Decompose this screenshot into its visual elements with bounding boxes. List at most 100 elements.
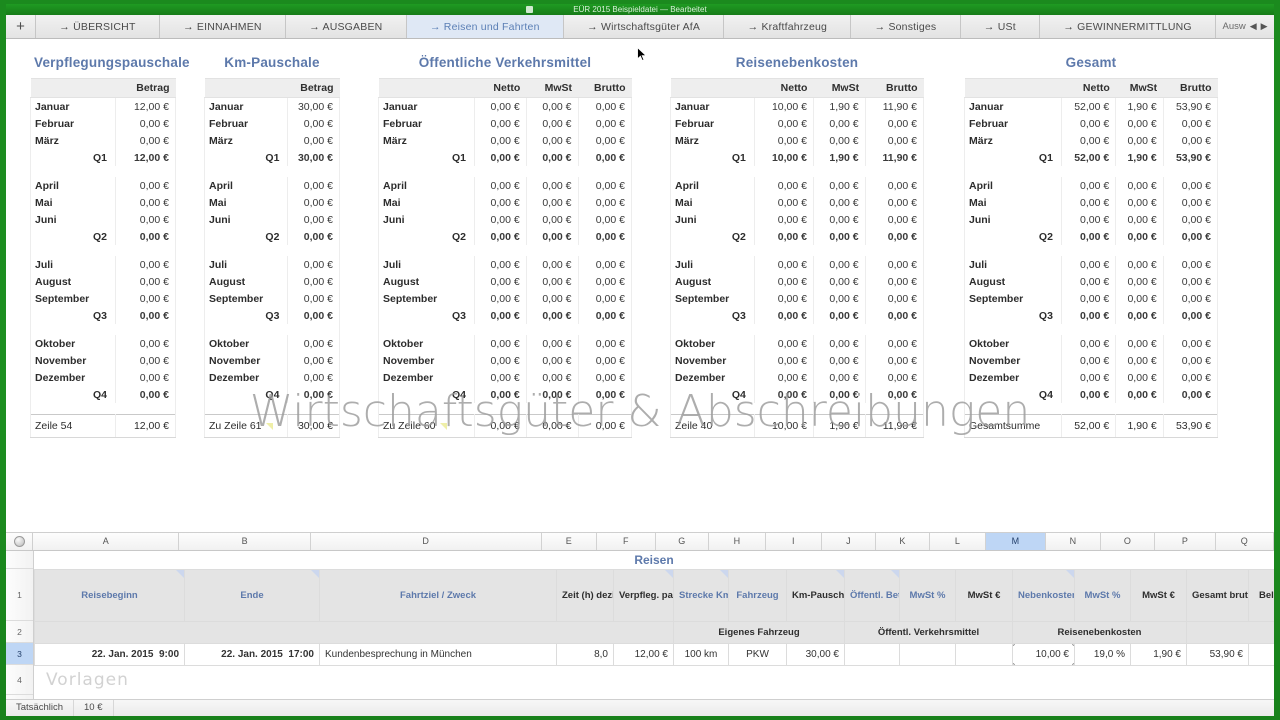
cell-oeffentl-mwst-prozent[interactable] bbox=[899, 643, 956, 666]
column-header-q[interactable]: Q bbox=[1216, 533, 1274, 550]
row-header-2[interactable]: 2 bbox=[6, 621, 33, 643]
cell-nebenkosten-mwst-prozent[interactable]: 19,0 % bbox=[1074, 643, 1131, 666]
row-header-4[interactable]: 4 bbox=[6, 665, 33, 695]
select-all-corner[interactable] bbox=[6, 533, 34, 550]
tab-scroll-prev-icon[interactable]: ◀ bbox=[1250, 21, 1257, 32]
column-header-h[interactable]: H bbox=[709, 533, 766, 550]
column-header-k[interactable]: K bbox=[876, 533, 931, 550]
report-quarter-label: Q4 bbox=[29, 386, 117, 403]
tab-scroller[interactable]: Ausw ◀ ▶ bbox=[1216, 15, 1274, 38]
column-header-d[interactable]: D bbox=[311, 533, 542, 550]
cell-zeit-dezimal[interactable]: 8,0 bbox=[556, 643, 614, 666]
cell-oeffentl-mwst-euro[interactable] bbox=[955, 643, 1013, 666]
report-quarter-value: 0,00 € bbox=[812, 228, 866, 245]
selection-handle-bottom-left[interactable] bbox=[1013, 663, 1015, 665]
report-footer-row: Zeile 54 12,00 € bbox=[29, 413, 176, 438]
sheet-tab-kraftfahrzeug[interactable]: → Kraftfahrzeug bbox=[724, 15, 852, 38]
col-header-strecke-km[interactable]: Strecke Km bbox=[673, 569, 729, 622]
column-header-b[interactable]: B bbox=[179, 533, 311, 550]
report-value: 0,00 € bbox=[577, 369, 633, 386]
sheet-tab-wirtschaftsgueter-afa[interactable]: → Wirtschaftsgüter AfA bbox=[563, 15, 725, 38]
sheet-tab-einnahmen[interactable]: → EINNAHMEN bbox=[159, 15, 286, 38]
report-quarter-label: Q3 bbox=[203, 307, 289, 324]
col-header-fahrtziel-zweck[interactable]: Fahrtziel / Zweck bbox=[319, 569, 557, 622]
cell-km-pauschale[interactable]: 30,00 € bbox=[786, 643, 845, 666]
report-month-label: September bbox=[203, 290, 289, 307]
sheet-tab-uebersicht[interactable]: → ÜBERSICHT bbox=[36, 15, 160, 38]
col-header-mwst[interactable]: MwSt % bbox=[899, 569, 956, 622]
report-column-header: Netto bbox=[754, 78, 814, 98]
cell-verpflegungspauschale[interactable]: 12,00 € bbox=[613, 643, 674, 666]
col-header-zeit-h-dezimal[interactable]: Zeit (h) dezimal bbox=[556, 569, 614, 622]
report-quarter-label: Q2 bbox=[203, 228, 289, 245]
col-header-beleg-nr[interactable]: Beleg Nr bbox=[1248, 569, 1274, 622]
sheet-tab-bar[interactable]: + → ÜBERSICHT → EINNAHMEN → AUSGABEN → R… bbox=[6, 15, 1274, 39]
sheet-tab-ust[interactable]: → USt bbox=[960, 15, 1041, 38]
column-header-f[interactable]: F bbox=[597, 533, 656, 550]
col-header-label: Beleg Nr bbox=[1258, 590, 1274, 601]
report-quarter-row: Q3 0,00 €0,00 €0,00 € bbox=[670, 307, 925, 324]
col-header-verpfleg-pauschale[interactable]: Verpfleg. pauschale bbox=[613, 569, 674, 622]
cell-fahrtziel-zweck[interactable]: Kundenbesprechung in München bbox=[319, 643, 557, 666]
col-header-mwst[interactable]: MwSt € bbox=[955, 569, 1013, 622]
column-header-l[interactable]: L bbox=[930, 533, 986, 550]
selection-handle-bottom-right[interactable] bbox=[1072, 663, 1074, 665]
col-header-nebenkosten-netto[interactable]: Nebenkosten netto bbox=[1012, 569, 1075, 622]
col-header-fahrzeug[interactable]: Fahrzeug bbox=[728, 569, 787, 622]
add-sheet-button[interactable]: + bbox=[6, 15, 36, 38]
column-header-j[interactable]: J bbox=[822, 533, 876, 550]
row-headers[interactable]: 1234 bbox=[6, 551, 34, 699]
column-header-a[interactable]: A bbox=[33, 533, 180, 550]
cell-nebenkosten-mwst-euro[interactable]: 1,90 € bbox=[1130, 643, 1187, 666]
cell-nebenkosten-netto-selected[interactable]: 10,00 € bbox=[1012, 643, 1075, 666]
report-month-row: April 0,00 €0,00 €0,00 € bbox=[670, 177, 925, 194]
cell-ende[interactable]: 22. Jan. 2015 17:00 bbox=[184, 643, 320, 666]
report-value: 0,00 € bbox=[473, 132, 527, 149]
report-month-label: Mai bbox=[670, 194, 755, 211]
report-spacer bbox=[964, 166, 1218, 177]
selection-handle-top-right[interactable] bbox=[1072, 644, 1074, 646]
col-header-ende[interactable]: Ende bbox=[184, 569, 320, 622]
column-headers[interactable]: ABDEFGHIJKLMNOPQ bbox=[6, 533, 1274, 551]
col-header-label: Gesamt brutto bbox=[1192, 590, 1248, 601]
report-month-row: Dezember 0,00 € bbox=[203, 369, 340, 386]
column-header-n[interactable]: N bbox=[1046, 533, 1101, 550]
row-header-3[interactable]: 3 bbox=[6, 643, 33, 665]
report-quarter-value: 0,00 € bbox=[577, 149, 633, 166]
column-header-o[interactable]: O bbox=[1101, 533, 1156, 550]
group-header-empty bbox=[34, 621, 674, 644]
col-header-reisebeginn[interactable]: Reisebeginn bbox=[34, 569, 185, 622]
column-header-g[interactable]: G bbox=[656, 533, 710, 550]
table-row[interactable]: 22. Jan. 2015 9:00 22. Jan. 2015 17:00 K… bbox=[34, 643, 1274, 666]
col-header-mwst[interactable]: MwSt € bbox=[1130, 569, 1187, 622]
report-month-label: Dezember bbox=[670, 369, 755, 386]
sheet-tab-gewinnermittlung[interactable]: → GEWINNERMITTLUNG bbox=[1040, 15, 1217, 38]
col-header-gesamt-brutto[interactable]: Gesamt brutto bbox=[1186, 569, 1249, 622]
report-month-row: Januar 10,00 €1,90 €11,90 € bbox=[670, 97, 925, 115]
cell-beleg-nr[interactable] bbox=[1248, 643, 1274, 666]
column-header-i[interactable]: I bbox=[766, 533, 823, 550]
cell-strecke-km[interactable]: 100 km bbox=[673, 643, 729, 666]
tab-scroll-next-icon[interactable]: ▶ bbox=[1261, 21, 1268, 32]
col-header-km-pauschale[interactable]: Km-Pauschale bbox=[786, 569, 845, 622]
cell-reisebeginn[interactable]: 22. Jan. 2015 9:00 bbox=[34, 643, 185, 666]
column-header-e[interactable]: E bbox=[542, 533, 598, 550]
report-month-row: Juni 0,00 €0,00 €0,00 € bbox=[964, 211, 1219, 228]
col-header-mwst[interactable]: MwSt % bbox=[1074, 569, 1131, 622]
cell-gesamt-brutto[interactable]: 53,90 € bbox=[1186, 643, 1249, 666]
report-month-row: Mai 0,00 €0,00 €0,00 € bbox=[670, 194, 925, 211]
column-header-m[interactable]: M bbox=[985, 533, 1047, 550]
report-header-blank bbox=[30, 78, 116, 98]
sheet-tab-reisen-und-fahrten[interactable]: → Reisen und Fahrten bbox=[406, 15, 564, 38]
report-month-row: Oktober 0,00 €0,00 €0,00 € bbox=[964, 335, 1219, 352]
cell-fahrzeug[interactable]: PKW bbox=[728, 643, 787, 666]
row-header-1[interactable]: 1 bbox=[6, 569, 33, 621]
report-month-label: Juni bbox=[378, 211, 475, 228]
sheet-tab-sonstiges[interactable]: → Sonstiges bbox=[851, 15, 961, 38]
sheet-tab-ausgaben[interactable]: → AUSGABEN bbox=[285, 15, 407, 38]
col-header-ffentl-betrag-netto[interactable]: Öffentl. Betrag netto bbox=[844, 569, 900, 622]
cell-oeffentl-netto[interactable] bbox=[844, 643, 900, 666]
column-header-p[interactable]: P bbox=[1155, 533, 1216, 550]
report-month-label: Juli bbox=[378, 256, 475, 273]
comment-flag-icon bbox=[1066, 570, 1074, 578]
